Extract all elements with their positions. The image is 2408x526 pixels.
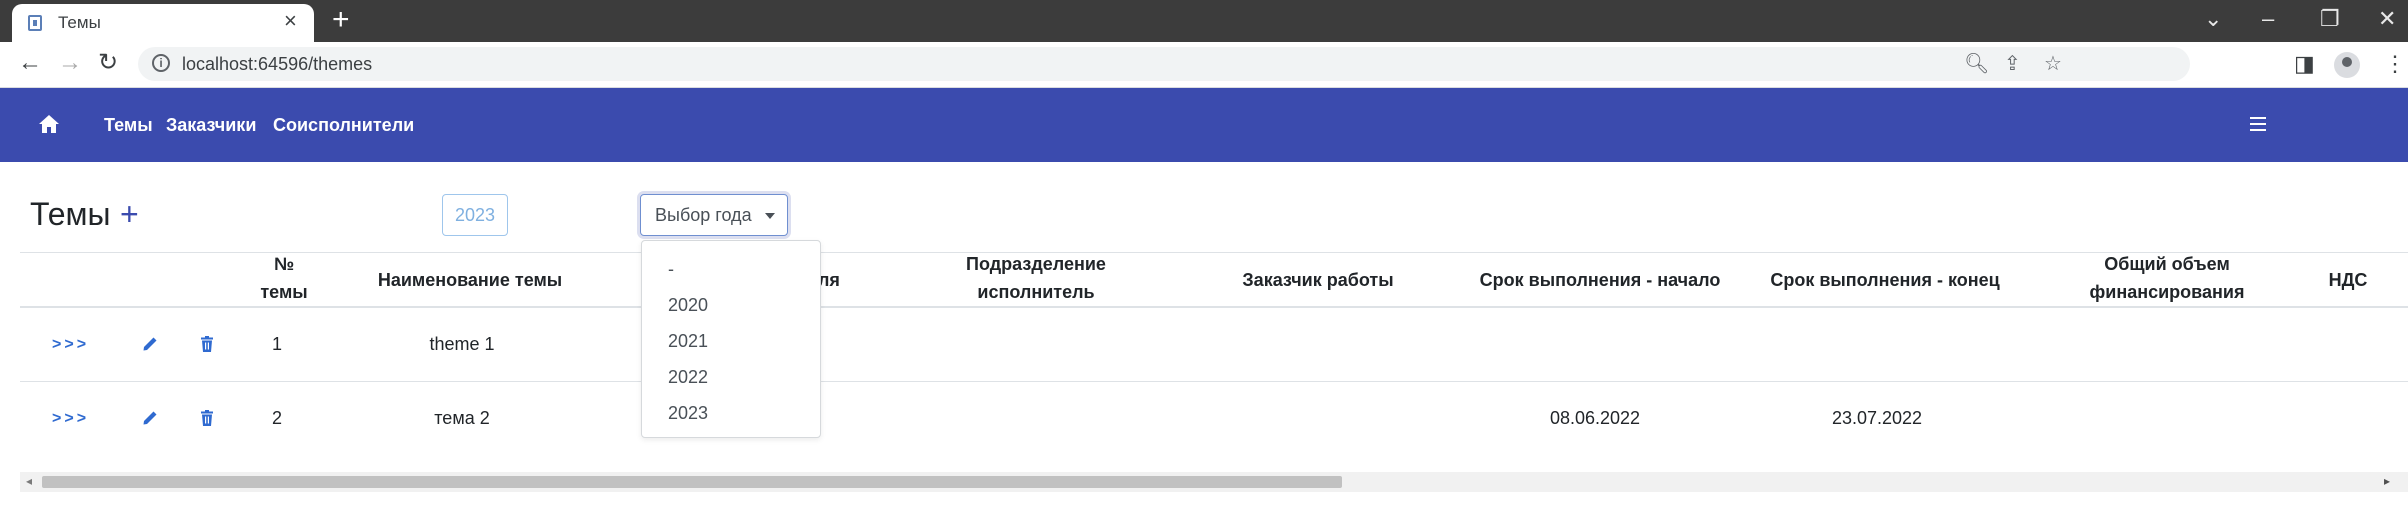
row-end-date: 23.07.2022 bbox=[1831, 408, 1923, 428]
th-theme-name: Наименование темы bbox=[377, 270, 563, 290]
app-navbar: Темы Заказчики Соисполнители bbox=[0, 88, 2408, 162]
side-panel-icon[interactable]: ◨ bbox=[2294, 50, 2315, 78]
row-theme-name: theme 1 bbox=[429, 334, 495, 354]
selected-year-badge: 2023 bbox=[442, 194, 508, 236]
nav-link-coexecutors[interactable]: Соисполнители bbox=[273, 115, 414, 136]
bookmark-star-icon[interactable]: ☆ bbox=[2044, 50, 2062, 78]
share-icon[interactable]: ⇪ bbox=[2004, 50, 2021, 78]
year-dropdown-menu: - 2020 2021 2022 2023 bbox=[641, 240, 821, 438]
zoom-icon[interactable]: 🔍︎ bbox=[1964, 50, 1989, 78]
year-select-label: Выбор года bbox=[655, 205, 752, 225]
th-funding: Общий объем финансирования bbox=[2089, 254, 2245, 302]
page-title: Темы bbox=[30, 196, 111, 232]
site-info-icon[interactable]: i bbox=[152, 54, 170, 72]
delete-trash-icon[interactable] bbox=[200, 410, 214, 426]
th-department: Подразделение исполнитель bbox=[966, 254, 1106, 302]
reload-icon[interactable]: ↻ bbox=[98, 48, 118, 78]
scroll-left-arrow-icon[interactable]: ◂ bbox=[26, 474, 32, 488]
year-option-2023[interactable]: 2023 bbox=[668, 403, 708, 424]
tab-search-chevron-icon[interactable]: ⌄ bbox=[2204, 2, 2222, 36]
delete-trash-icon[interactable] bbox=[200, 336, 214, 352]
browser-tab[interactable]: Темы × bbox=[12, 4, 314, 42]
th-partial: ля bbox=[818, 270, 840, 290]
address-bar[interactable]: i localhost:64596/themes 🔍︎ ⇪ ☆ bbox=[138, 47, 2190, 81]
th-number: № темы bbox=[260, 254, 308, 302]
table-top-border bbox=[20, 252, 2408, 253]
new-tab-button[interactable]: + bbox=[332, 2, 350, 38]
row-number: 2 bbox=[271, 408, 282, 428]
page-favicon-icon bbox=[28, 15, 42, 31]
th-end-date: Срок выполнения - конец bbox=[1770, 270, 2000, 290]
caret-down-icon bbox=[765, 213, 775, 219]
year-option-2022[interactable]: 2022 bbox=[668, 367, 708, 388]
year-select-dropdown[interactable]: Выбор года bbox=[640, 194, 788, 236]
edit-pencil-icon[interactable] bbox=[142, 410, 158, 426]
minimize-icon[interactable]: – bbox=[2262, 2, 2274, 36]
nav-link-themes[interactable]: Темы bbox=[104, 115, 153, 136]
profile-avatar-icon[interactable] bbox=[2334, 52, 2360, 78]
browser-tabstrip: Темы × + ⌄ – ❐ ✕ bbox=[0, 0, 2408, 42]
back-arrow-icon[interactable]: ← bbox=[18, 48, 42, 78]
nav-link-customers[interactable]: Заказчики bbox=[166, 115, 256, 136]
window-close-icon[interactable]: ✕ bbox=[2378, 2, 2396, 36]
year-option-2020[interactable]: 2020 bbox=[668, 295, 708, 316]
hamburger-menu-icon[interactable] bbox=[2250, 117, 2266, 131]
browser-toolbar: ← → ↻ i localhost:64596/themes 🔍︎ ⇪ ☆ ◨ … bbox=[0, 42, 2408, 88]
scroll-right-arrow-icon[interactable]: ▸ bbox=[2384, 474, 2390, 488]
row-open-link[interactable]: >>> bbox=[52, 410, 89, 428]
row-start-date: 08.06.2022 bbox=[1549, 408, 1641, 428]
th-customer: Заказчик работы bbox=[1242, 270, 1394, 290]
edit-pencil-icon[interactable] bbox=[142, 336, 158, 352]
year-option-2021[interactable]: 2021 bbox=[668, 331, 708, 352]
row-theme-name: тема 2 bbox=[434, 408, 490, 428]
scrollbar-thumb[interactable] bbox=[42, 476, 1342, 488]
home-icon[interactable] bbox=[38, 114, 60, 134]
row-number: 1 bbox=[271, 334, 282, 354]
tab-close-icon[interactable]: × bbox=[284, 8, 297, 34]
restore-icon[interactable]: ❐ bbox=[2320, 2, 2340, 36]
url-text: localhost:64596/themes bbox=[182, 54, 373, 74]
forward-arrow-icon[interactable]: → bbox=[58, 48, 82, 78]
year-option-none[interactable]: - bbox=[668, 259, 674, 280]
tab-title: Темы bbox=[58, 13, 101, 32]
row-open-link[interactable]: >>> bbox=[52, 336, 89, 354]
add-theme-button[interactable]: + bbox=[120, 194, 139, 234]
table-header-border bbox=[20, 306, 2408, 308]
th-vat: НДС bbox=[2328, 270, 2368, 290]
browser-menu-icon[interactable]: ⋮ bbox=[2384, 50, 2406, 78]
row-border bbox=[20, 381, 2408, 382]
th-start-date: Срок выполнения - начало bbox=[1479, 270, 1721, 290]
table-horizontal-scrollbar[interactable]: ◂ ▸ bbox=[20, 472, 2408, 492]
